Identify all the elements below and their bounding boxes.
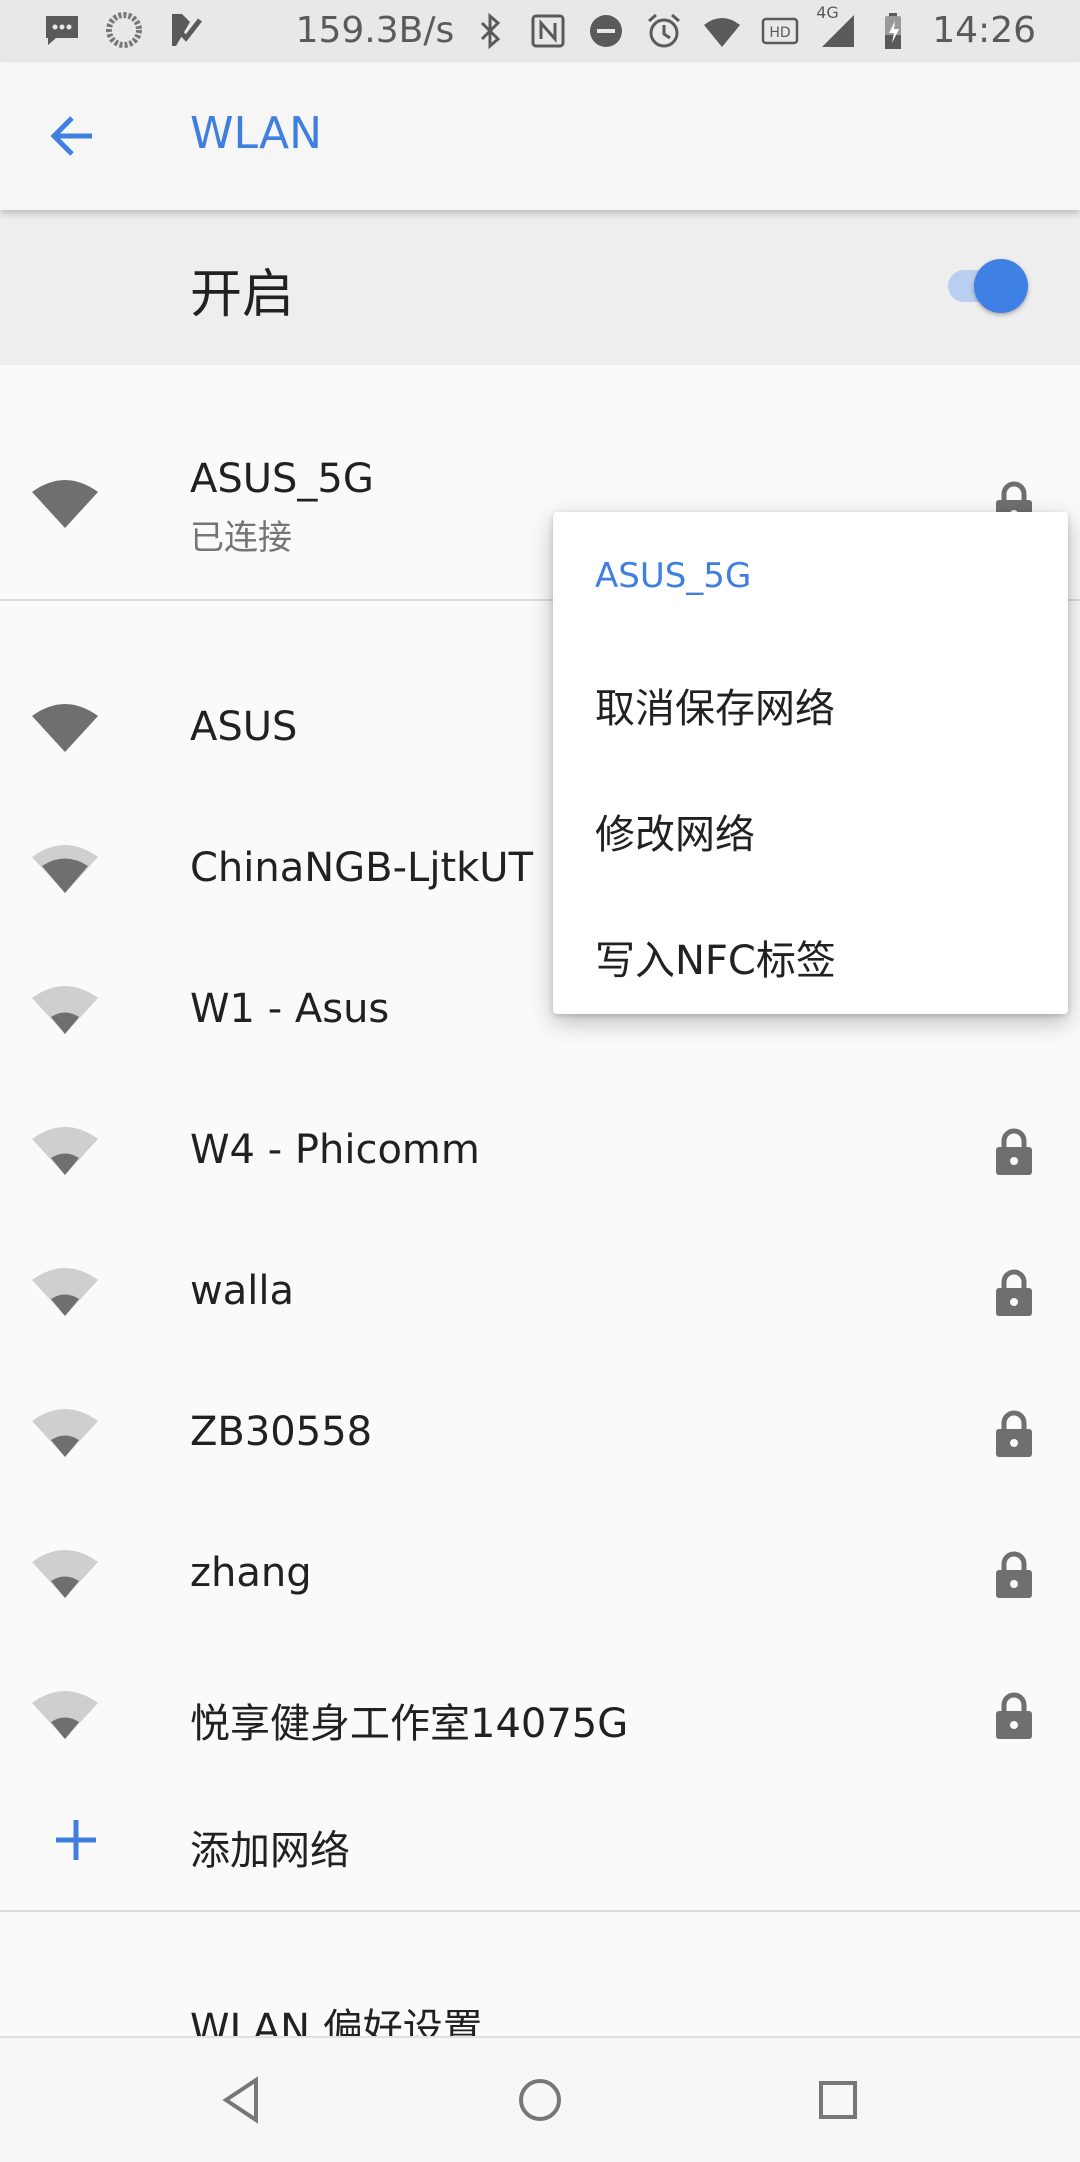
- menu-title: ASUS_5G: [595, 556, 752, 596]
- network-row[interactable]: W4 - Phicomm: [0, 1083, 1080, 1224]
- sync-icon: [102, 8, 146, 52]
- back-button[interactable]: [44, 106, 104, 166]
- wifi-signal-full-icon: [32, 480, 98, 528]
- network-context-menu: ASUS_5G 取消保存网络 修改网络 写入NFC标签: [553, 512, 1068, 1014]
- network-ssid: W4 - Phicomm: [190, 1127, 480, 1173]
- network-ssid: ASUS: [190, 704, 298, 750]
- wifi-signal-2-icon: [32, 1691, 98, 1739]
- wifi-signal-2-icon: [32, 1409, 98, 1457]
- lock-icon: [996, 1692, 1032, 1739]
- back-triangle-icon[interactable]: [210, 2068, 274, 2132]
- nfc-icon: [526, 9, 570, 53]
- lock-icon: [996, 1551, 1032, 1598]
- wifi-signal-2-icon: [32, 1127, 98, 1175]
- network-type: 4G: [816, 3, 839, 22]
- battery-icon: [874, 9, 918, 53]
- wifi-signal-2-icon: [32, 986, 98, 1034]
- svg-text:HD: HD: [770, 25, 791, 41]
- wifi-signal-3-icon: [32, 845, 98, 893]
- network-status: 已连接: [190, 518, 292, 558]
- menu-item-write-nfc[interactable]: 写入NFC标签: [595, 928, 836, 986]
- network-ssid: zhang: [190, 1550, 312, 1596]
- status-bar: 159.3B/s HD 4G 14:26: [0, 0, 1080, 62]
- dnd-icon: [584, 9, 628, 53]
- menu-item-modify[interactable]: 修改网络: [595, 802, 755, 860]
- network-speed: 159.3B/s: [295, 10, 455, 51]
- network-ssid: ZB30558: [190, 1409, 373, 1455]
- alarm-icon: [642, 9, 686, 53]
- network-row[interactable]: zhang: [0, 1506, 1080, 1647]
- app-bar: WLAN: [0, 62, 1080, 210]
- network-row[interactable]: ZB30558: [0, 1365, 1080, 1506]
- clock: 14:26: [932, 10, 1036, 51]
- recents-square-icon[interactable]: [806, 2068, 870, 2132]
- lock-icon: [996, 1410, 1032, 1457]
- wifi-switch-label: 开启: [190, 265, 295, 325]
- network-ssid: W1 - Asus: [190, 986, 390, 1032]
- signal-icon: 4G: [816, 3, 860, 53]
- wifi-signal-2-icon: [32, 1550, 98, 1598]
- message-icon: [40, 8, 84, 52]
- wifi-signal-2-icon: [32, 1268, 98, 1316]
- navigation-bar: [0, 2036, 1080, 2162]
- add-network-label: 添加网络: [190, 1828, 350, 1874]
- lock-icon: [996, 1128, 1032, 1175]
- wifi-toggle[interactable]: [944, 256, 1028, 316]
- home-circle-icon[interactable]: [508, 2068, 572, 2132]
- arrow-left-icon: [50, 116, 92, 156]
- hd-icon: HD: [758, 9, 802, 53]
- page-title: WLAN: [190, 108, 323, 159]
- network-row[interactable]: walla: [0, 1224, 1080, 1365]
- network-ssid: ChinaNGB-LjtkUT: [190, 845, 534, 891]
- wifi-icon: [700, 9, 744, 53]
- wifi-signal-4-icon: [32, 704, 98, 752]
- checklist-icon: [164, 8, 208, 52]
- network-row[interactable]: 悦享健身工作室14075G: [0, 1647, 1080, 1788]
- wifi-switch-bar[interactable]: 开启: [0, 210, 1080, 365]
- network-ssid: ASUS_5G: [190, 456, 374, 502]
- bluetooth-icon: [468, 9, 512, 53]
- network-ssid: 悦享健身工作室14075G: [190, 1701, 629, 1747]
- plus-icon: [56, 1820, 96, 1860]
- toggle-thumb: [974, 259, 1028, 313]
- menu-item-forget[interactable]: 取消保存网络: [595, 676, 835, 734]
- lock-icon: [996, 1269, 1032, 1316]
- divider: [0, 1910, 1080, 1912]
- add-network-row[interactable]: 添加网络: [0, 1780, 1080, 1900]
- network-ssid: walla: [190, 1268, 294, 1314]
